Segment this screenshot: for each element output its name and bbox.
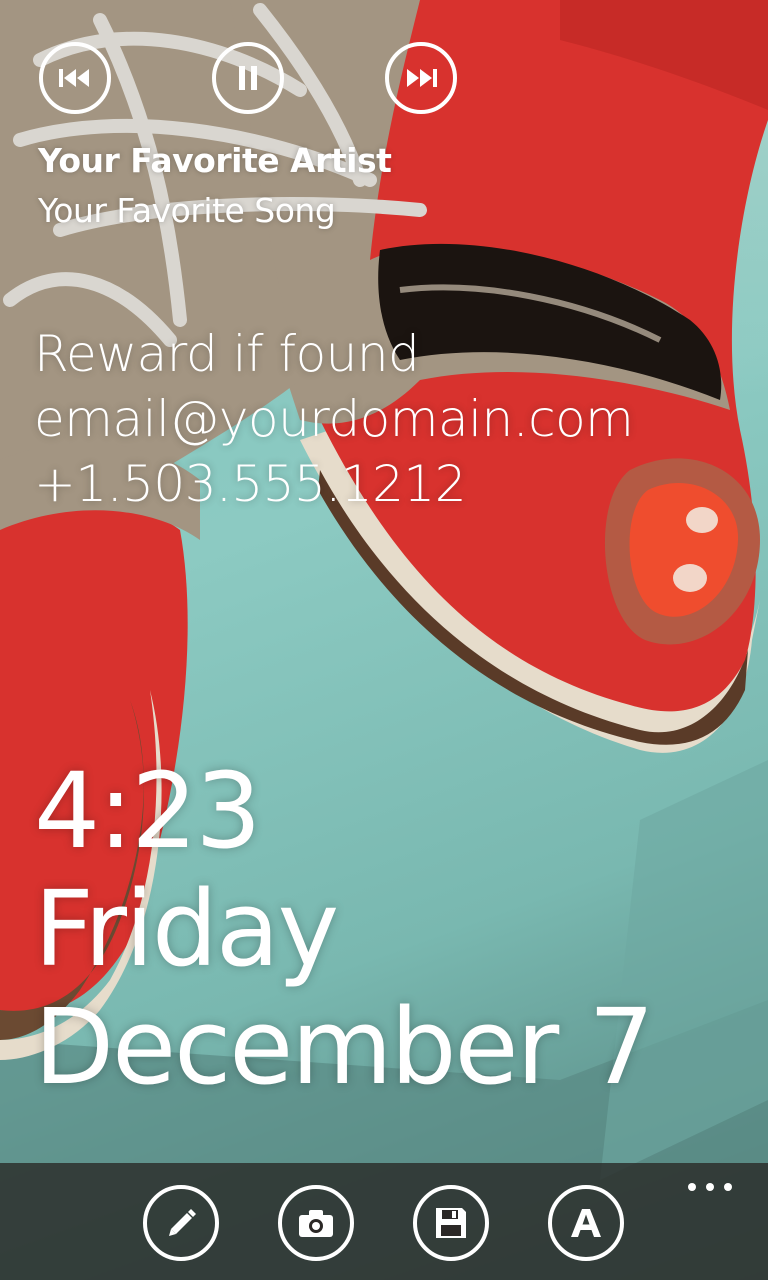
skip-next-icon (407, 69, 437, 87)
skip-previous-icon (59, 69, 89, 87)
font-letter-icon (571, 1209, 601, 1237)
camera-button[interactable] (278, 1185, 354, 1261)
floppy-disk-icon (436, 1208, 466, 1238)
message-line-reward: Reward if found (34, 325, 420, 383)
lock-screen: Your Favorite Artist Your Favorite Song … (0, 0, 768, 1280)
font-button[interactable] (548, 1185, 624, 1261)
artist-name: Your Favorite Artist (38, 141, 392, 180)
clock-day: Friday (34, 868, 339, 990)
next-track-button[interactable] (385, 42, 457, 114)
clock-date: December 7 (34, 986, 655, 1108)
lock-screen-message: Reward if found email@yourdomain.com +1.… (34, 322, 634, 517)
clock-time: 4:23 (34, 750, 262, 872)
more-options-button[interactable] (688, 1177, 732, 1197)
ellipsis-icon-dot (706, 1183, 714, 1191)
app-bar (0, 1163, 768, 1280)
pencil-icon (169, 1209, 196, 1236)
camera-icon (299, 1210, 333, 1237)
save-button[interactable] (413, 1185, 489, 1261)
pause-button[interactable] (212, 42, 284, 114)
pause-icon (239, 66, 257, 90)
message-line-email: email@yourdomain.com (34, 390, 634, 448)
message-line-phone: +1.503.555.1212 (34, 455, 467, 513)
ellipsis-icon-dot (688, 1183, 696, 1191)
ellipsis-icon-dot (724, 1183, 732, 1191)
previous-track-button[interactable] (39, 42, 111, 114)
edit-button[interactable] (143, 1185, 219, 1261)
song-title: Your Favorite Song (38, 191, 336, 230)
